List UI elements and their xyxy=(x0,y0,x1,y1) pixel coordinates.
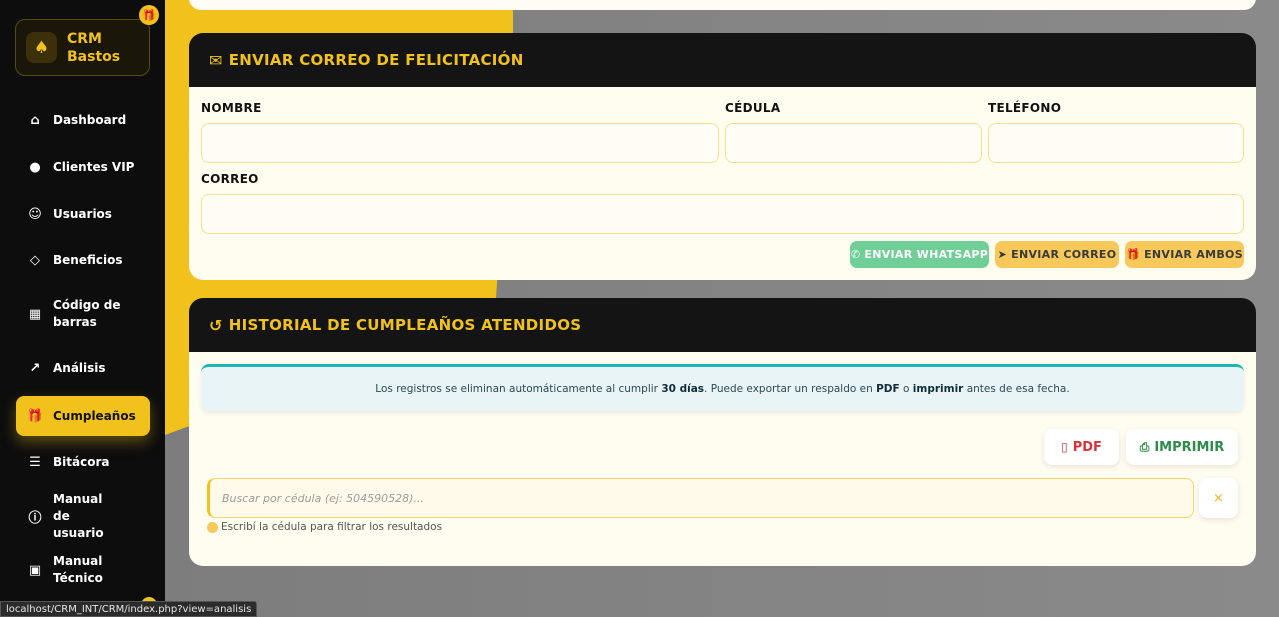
birthday-history-card: ↺ HISTORIAL DE CUMPLEAÑOS ATENDIDOS Los … xyxy=(189,298,1256,566)
app-name: CRM Bastos xyxy=(67,30,120,66)
info-print: imprimir xyxy=(912,383,964,395)
previous-card-edge xyxy=(189,0,1256,10)
export-pdf-label: PDF xyxy=(1072,439,1102,455)
sidebar-item-label: Código de barras xyxy=(53,298,121,329)
sidebar-item-codigo-barras[interactable]: ▦ Código de barras xyxy=(16,294,150,334)
search-hint-text: Escribí la cédula para filtrar los resul… xyxy=(221,521,443,533)
log-icon: ☰ xyxy=(29,454,41,470)
nombre-input[interactable] xyxy=(201,123,719,163)
send-card-title: ENVIAR CORREO DE FELICITACIÓN xyxy=(228,51,524,69)
telefono-input[interactable] xyxy=(988,123,1244,163)
barcode-icon: ▦ xyxy=(28,306,42,322)
cedula-search-input[interactable] xyxy=(207,478,1194,518)
user-icon: ☺ xyxy=(28,206,42,222)
send-both-button[interactable]: 🎁 ENVIAR AMBOS xyxy=(1125,241,1244,268)
sidebar-item-label: Bitácora xyxy=(53,454,110,469)
print-button[interactable]: ⎙ IMPRIMIR xyxy=(1126,429,1238,465)
sidebar-item-label: Cumpleaños xyxy=(53,408,136,423)
home-icon: ⌂ xyxy=(30,112,40,128)
info-pdf: PDF xyxy=(876,383,900,395)
app-name-line2: Bastos xyxy=(67,48,121,65)
spade-logo-icon: ♠ xyxy=(26,32,57,63)
close-icon: × xyxy=(1213,490,1224,506)
send-email-button[interactable]: ➤ ENVIAR CORREO xyxy=(995,241,1119,268)
send-card-header: ✉ ENVIAR CORREO DE FELICITACIÓN xyxy=(189,33,1256,87)
sidebar-item-cumpleanos[interactable]: 🎁 Cumpleaños xyxy=(16,396,150,436)
send-whatsapp-button[interactable]: ✆ ENVIAR WHATSAPP xyxy=(850,241,989,268)
send-email-label: ENVIAR CORREO xyxy=(1011,248,1117,261)
sidebar-item-label: Beneficios xyxy=(53,252,123,267)
sidebar-item-label: Usuarios xyxy=(53,206,112,221)
chart-line-icon: ↗ xyxy=(29,360,41,376)
info-text-part: o xyxy=(899,383,913,395)
print-label: IMPRIMIR xyxy=(1154,439,1225,455)
pdf-file-icon: ▯ xyxy=(1061,440,1068,454)
retention-info-alert: Los registros se eliminan automáticament… xyxy=(201,364,1244,411)
sidebar-item-label: Clientes VIP xyxy=(53,159,135,174)
sidebar: ♠ CRM Bastos 🎁 ⌂ Dashboard ● Clientes VI… xyxy=(0,0,165,617)
sidebar-item-label: Manual Técnico xyxy=(53,554,103,585)
envelope-icon: ✉ xyxy=(209,50,223,70)
info-text-part: Los registros se eliminan automáticament… xyxy=(375,383,662,395)
telefono-label: TELÉFONO xyxy=(988,101,1062,115)
clear-search-button[interactable]: × xyxy=(1199,478,1238,518)
cedula-input[interactable] xyxy=(725,123,982,163)
sidebar-item-beneficios[interactable]: ◇ Beneficios xyxy=(16,240,150,280)
app-logo[interactable]: ♠ CRM Bastos xyxy=(15,19,150,76)
search-hint: Escribí la cédula para filtrar los resul… xyxy=(207,521,442,533)
nombre-label: NOMBRE xyxy=(201,101,262,115)
gift-icon: 🎁 xyxy=(26,408,44,424)
sidebar-item-label: Manual de usuario xyxy=(53,491,104,540)
info-icon: ⓘ xyxy=(28,510,42,526)
history-icon: ↺ xyxy=(209,315,223,335)
history-card-title: HISTORIAL DE CUMPLEAÑOS ATENDIDOS xyxy=(228,316,582,334)
sidebar-item-analisis[interactable]: ↗ Análisis xyxy=(16,348,150,388)
correo-input[interactable] xyxy=(201,194,1244,234)
history-card-header: ↺ HISTORIAL DE CUMPLEAÑOS ATENDIDOS xyxy=(189,298,1256,352)
gift-icon: 🎁 xyxy=(1126,248,1141,261)
sidebar-item-dashboard[interactable]: ⌂ Dashboard xyxy=(16,100,150,140)
app-name-line1: CRM xyxy=(67,30,102,47)
paper-plane-icon: ➤ xyxy=(997,248,1008,261)
export-pdf-button[interactable]: ▯ PDF xyxy=(1044,429,1119,465)
printer-icon: ⎙ xyxy=(1139,439,1150,454)
tech-manual-icon: ▣ xyxy=(28,562,42,578)
info-days: 30 días xyxy=(661,383,705,395)
sidebar-item-bitacora[interactable]: ☰ Bitácora xyxy=(16,442,150,482)
sidebar-item-label: Dashboard xyxy=(53,112,127,127)
sidebar-item-manual-usuario[interactable]: ⓘ Manual de usuario xyxy=(16,492,150,540)
tag-icon: ◇ xyxy=(30,252,40,268)
correo-label: CORREO xyxy=(201,172,259,186)
send-whatsapp-label: ENVIAR WHATSAPP xyxy=(864,248,989,261)
status-bar-url: localhost/CRM_INT/CRM/index.php?view=ana… xyxy=(0,601,258,617)
info-dot-icon xyxy=(207,521,218,533)
info-text: Los registros se eliminan automáticament… xyxy=(375,383,1069,395)
send-greeting-card: ✉ ENVIAR CORREO DE FELICITACIÓN NOMBRE C… xyxy=(189,33,1256,280)
vip-icon: ● xyxy=(29,159,41,175)
info-text-part: antes de esa fecha. xyxy=(963,383,1070,395)
info-text-part: . Puede exportar un respaldo en xyxy=(704,383,877,395)
cedula-label: CÉDULA xyxy=(725,101,781,115)
sidebar-item-clientes-vip[interactable]: ● Clientes VIP xyxy=(16,147,150,187)
sidebar-item-usuarios[interactable]: ☺ Usuarios xyxy=(16,194,150,234)
sidebar-item-label: Análisis xyxy=(53,360,106,375)
send-both-label: ENVIAR AMBOS xyxy=(1144,248,1243,261)
sidebar-item-manual-tecnico[interactable]: ▣ Manual Técnico xyxy=(16,550,150,590)
gift-badge-icon: 🎁 xyxy=(139,5,159,25)
whatsapp-icon: ✆ xyxy=(850,248,861,261)
